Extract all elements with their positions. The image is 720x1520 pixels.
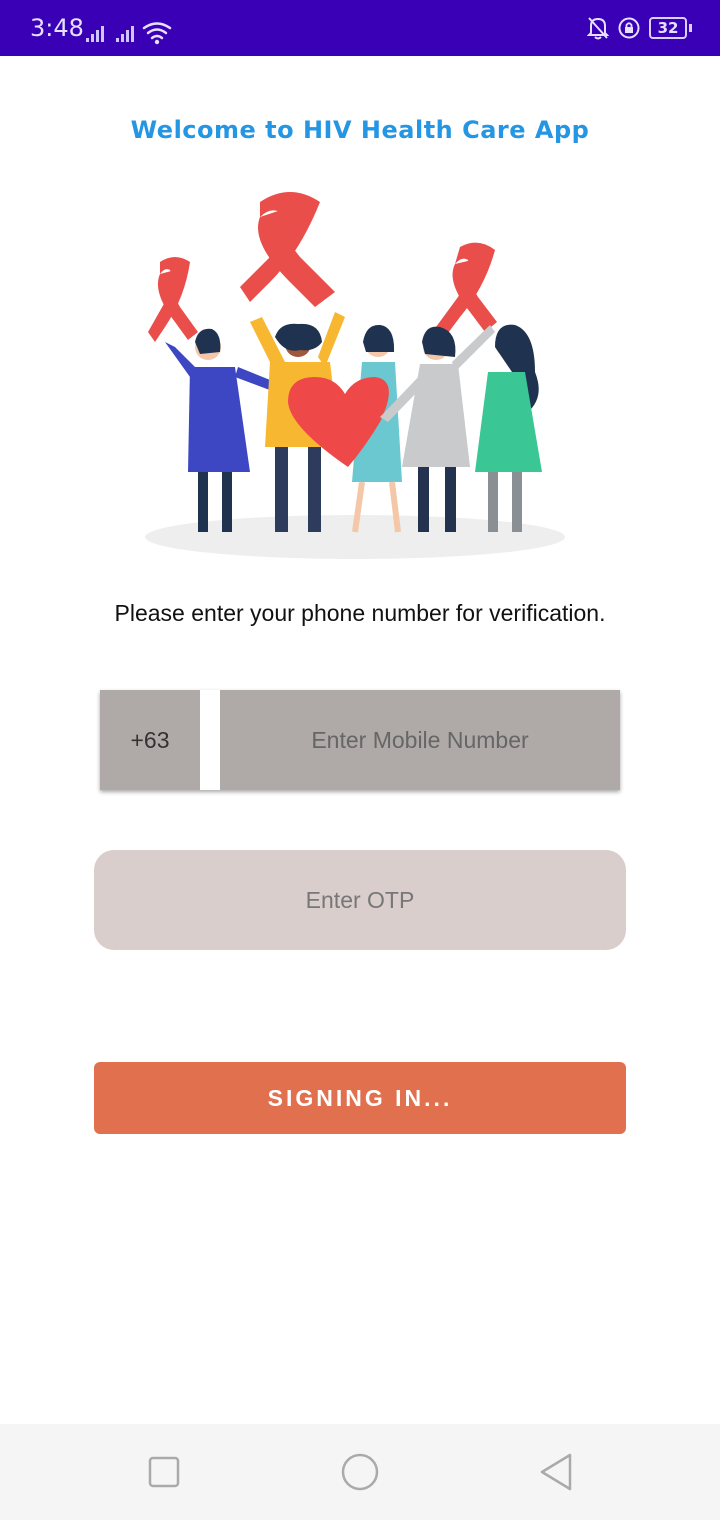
home-icon[interactable] [340, 1452, 380, 1492]
battery-tip [689, 24, 692, 32]
input-divider [200, 690, 220, 790]
recent-apps-icon[interactable] [148, 1452, 180, 1492]
signing-in-button[interactable]: SIGNING IN... [94, 1062, 626, 1134]
awareness-illustration [145, 192, 565, 559]
signal-wifi-icon [86, 22, 172, 45]
status-icons-right: 32 [587, 16, 692, 40]
welcome-title: Welcome to HIV Health Care App [130, 116, 590, 144]
ribbon-icon [148, 192, 497, 342]
lock-rotation-icon [618, 17, 640, 39]
back-icon[interactable] [538, 1452, 574, 1492]
battery-icon: 32 [649, 17, 687, 39]
mobile-number-input[interactable] [220, 690, 620, 790]
bell-off-icon [587, 17, 609, 40]
instruction-text: Please enter your phone number for verif… [114, 600, 606, 626]
signal-icons [86, 22, 176, 53]
otp-input[interactable] [94, 850, 626, 950]
navigation-bar [0, 1424, 720, 1520]
country-code[interactable]: +63 [100, 690, 200, 790]
phone-input-group: +63 [100, 690, 620, 790]
status-time: 3:48 [30, 14, 84, 42]
status-bar: 3:48 32 [0, 0, 720, 56]
